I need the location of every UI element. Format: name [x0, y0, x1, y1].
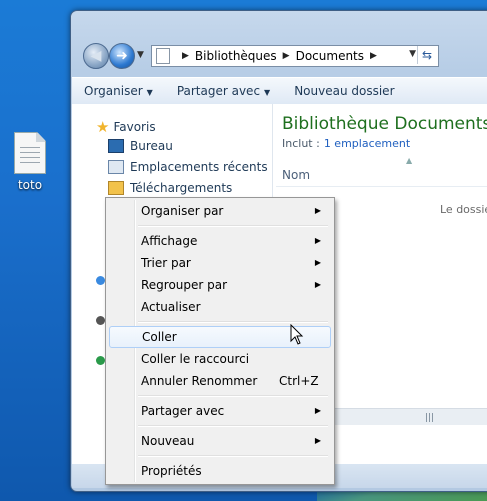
menu-item-new[interactable]: Nouveau ▶ — [109, 430, 329, 452]
navigation-bar: ◀ ➜ ▼ ▶ Bibliothèques ▶ Documents ▶ ▼ ⇆ — [77, 41, 487, 71]
chevron-right-icon[interactable]: ▶ — [283, 51, 290, 61]
horizontal-scrollbar[interactable]: ||| — [329, 408, 487, 425]
recent-places-icon — [108, 160, 124, 174]
submenu-arrow-icon: ▶ — [314, 436, 321, 445]
menu-item-paste-shortcut[interactable]: Coller le raccourci — [109, 348, 329, 370]
breadcrumb-documents[interactable]: Documents — [296, 49, 364, 63]
nav-item-recent-places[interactable]: Emplacements récents — [108, 160, 268, 174]
share-with-button[interactable]: Partager avec ▼ — [165, 84, 282, 98]
refresh-icon[interactable]: ⇆ — [417, 46, 436, 64]
computer-icon[interactable] — [96, 316, 105, 325]
back-button[interactable]: ◀ — [83, 43, 109, 69]
library-includes: Inclut :1 emplacement — [282, 137, 411, 150]
nav-item-desktop[interactable]: Bureau — [108, 139, 173, 153]
menu-item-organize-by[interactable]: Organiser par ▶ — [109, 200, 329, 222]
submenu-arrow-icon: ▶ — [314, 258, 321, 267]
favorites-header[interactable]: ★ Favoris — [96, 118, 156, 136]
text-file-icon — [14, 132, 46, 174]
menu-item-group-by[interactable]: Regrouper par ▶ — [109, 274, 329, 296]
address-dropdown-icon[interactable]: ▼ — [409, 49, 416, 59]
nav-item-downloads[interactable]: Téléchargements — [108, 181, 232, 195]
menu-separator — [138, 425, 328, 427]
empty-folder-message: Le dossier — [440, 203, 487, 216]
star-icon: ★ — [96, 118, 110, 136]
menu-item-properties[interactable]: Propriétés — [109, 460, 329, 482]
sort-up-icon: ▲ — [406, 156, 413, 165]
menu-item-view[interactable]: Affichage ▶ — [109, 230, 329, 252]
menu-separator — [138, 321, 328, 323]
menu-item-refresh[interactable]: Actualiser — [109, 296, 329, 318]
recent-pages-dropdown-icon[interactable]: ▼ — [137, 50, 144, 60]
column-divider — [276, 186, 487, 187]
command-bar: Organiser ▼ Partager avec ▼ Nouveau dossie… — [72, 77, 487, 105]
library-icon — [156, 48, 170, 64]
menu-separator — [138, 225, 328, 227]
homegroup-icon[interactable] — [96, 276, 105, 285]
forward-button[interactable]: ➜ — [109, 43, 135, 69]
breadcrumb-libraries[interactable]: Bibliothèques — [195, 49, 277, 63]
menu-item-undo-rename[interactable]: Annuler Renommer Ctrl+Z — [109, 370, 329, 392]
chevron-down-icon: ▼ — [264, 88, 271, 97]
chevron-right-icon[interactable]: ▶ — [182, 51, 189, 61]
menu-separator — [138, 455, 328, 457]
column-header-name[interactable]: Nom — [282, 168, 310, 182]
include-locations-link[interactable]: 1 emplacement — [324, 137, 410, 150]
scroll-grip-icon: ||| — [425, 413, 435, 423]
submenu-arrow-icon: ▶ — [314, 206, 321, 215]
submenu-arrow-icon: ▶ — [314, 280, 321, 289]
downloads-folder-icon — [108, 181, 124, 195]
chevron-right-icon[interactable]: ▶ — [370, 51, 377, 61]
organize-button[interactable]: Organiser ▼ — [72, 84, 165, 98]
submenu-arrow-icon: ▶ — [314, 236, 321, 245]
network-icon[interactable] — [96, 356, 105, 365]
desktop-file-toto[interactable]: toto — [10, 132, 50, 192]
mouse-pointer-icon — [290, 324, 304, 345]
desktop-icon-label: toto — [17, 178, 43, 192]
menu-item-sort-by[interactable]: Trier par ▶ — [109, 252, 329, 274]
menu-item-share-with[interactable]: Partager avec ▶ — [109, 400, 329, 422]
menu-separator — [138, 395, 328, 397]
address-bar[interactable]: ▶ Bibliothèques ▶ Documents ▶ ▼ ⇆ — [151, 45, 439, 67]
submenu-arrow-icon: ▶ — [314, 406, 321, 415]
new-folder-button[interactable]: Nouveau dossier — [282, 84, 406, 98]
library-title: Bibliothèque Documents — [282, 114, 487, 134]
chevron-down-icon: ▼ — [146, 88, 153, 97]
desktop-icon — [108, 139, 124, 153]
